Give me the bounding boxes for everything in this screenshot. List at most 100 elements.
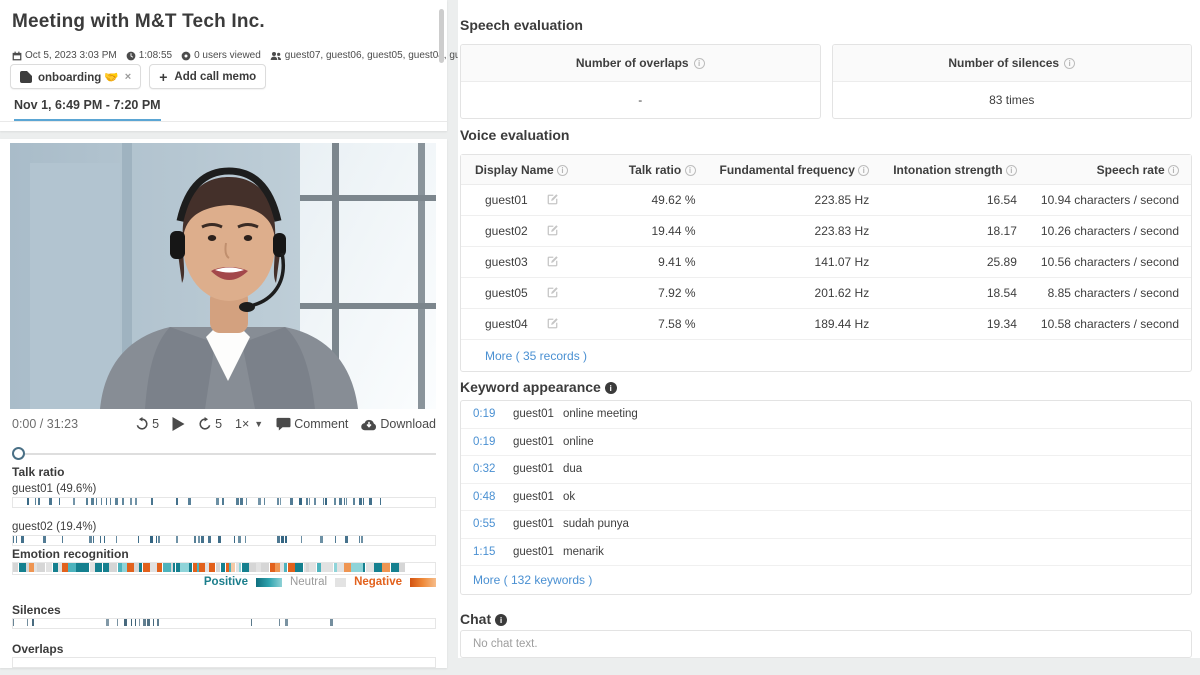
voice-evaluation-title: Voice evaluation	[460, 127, 569, 143]
video-still	[10, 143, 436, 409]
add-call-memo-button[interactable]: + Add call memo	[149, 64, 266, 89]
edit-icon[interactable]	[546, 286, 559, 299]
meeting-header-card: Meeting with M&T Tech Inc. Oct 5, 2023 3…	[0, 0, 447, 131]
info-icon[interactable]: i	[685, 165, 696, 176]
speaker-label: guest01 (49.6%)	[12, 483, 96, 495]
call-tag[interactable]: onboarding 🤝 ×	[10, 64, 141, 89]
edit-icon[interactable]	[546, 224, 559, 237]
legend-positive-swatch	[256, 578, 282, 587]
participants-icon	[270, 51, 282, 61]
chat-title: Chat i	[460, 611, 507, 627]
plus-icon: +	[159, 69, 167, 85]
keyword-timestamp-link[interactable]: 0:55	[473, 518, 513, 530]
video-frame[interactable]	[10, 143, 436, 409]
emotion-strip[interactable]	[12, 562, 436, 575]
keyword-row: 0:55 guest01 sudah punya	[461, 511, 1191, 539]
table-row: guest02 19.44 % 223.83 Hz 18.17 10.26 ch…	[461, 216, 1191, 247]
seek-handle[interactable]	[12, 447, 25, 460]
keyword-timestamp-link[interactable]: 0:48	[473, 491, 513, 503]
keyword-timestamp-link[interactable]: 0:32	[473, 463, 513, 475]
play-button[interactable]	[172, 417, 185, 431]
rewind-5-button[interactable]: 5	[135, 417, 159, 431]
legend-positive-label: Positive	[204, 576, 248, 588]
col-fundamental-frequency: Fundamental frequency	[720, 163, 855, 177]
keyword-appearance-title: Keyword appearance i	[460, 379, 617, 395]
recording-tab[interactable]: Nov 1, 6:49 PM - 7:20 PM	[14, 98, 161, 122]
table-row: guest04 7.58 % 189.44 Hz 19.34 10.58 cha…	[461, 309, 1191, 340]
emotion-legend: Positive Neutral Negative	[12, 576, 436, 588]
legend-negative-label: Negative	[354, 576, 402, 588]
calendar-icon	[12, 51, 22, 61]
chevron-down-icon: ▼	[254, 419, 263, 429]
playback-time: 0:00 / 31:23	[12, 417, 78, 431]
table-row: guest01 49.62 % 223.85 Hz 16.54 10.94 ch…	[461, 185, 1191, 216]
keyword-row: 0:48 guest01 ok	[461, 484, 1191, 512]
keyword-row: 1:15 guest01 menarik	[461, 539, 1191, 567]
add-memo-label: Add call memo	[174, 71, 256, 83]
info-icon[interactable]: i	[694, 58, 705, 69]
meeting-analysis-page: Meeting with M&T Tech Inc. Oct 5, 2023 3…	[0, 0, 1200, 675]
keyword-timestamp-link[interactable]: 0:19	[473, 408, 513, 420]
meeting-date: Oct 5, 2023 3:03 PM	[12, 50, 117, 61]
tag-label: onboarding 🤝	[38, 70, 119, 84]
keyword-timestamp-link[interactable]: 1:15	[473, 546, 513, 558]
silences-strip[interactable]	[12, 618, 436, 629]
tag-row: onboarding 🤝 × + Add call memo	[10, 64, 266, 89]
comment-icon	[276, 417, 291, 431]
overlaps-card-label: Number of overlaps	[576, 56, 689, 70]
keyword-row: 0:19 guest01 online	[461, 429, 1191, 457]
more-records-link[interactable]: More ( 35 records )	[485, 349, 587, 363]
info-icon[interactable]: i	[1168, 165, 1179, 176]
keyword-timestamp-link[interactable]: 0:19	[473, 436, 513, 448]
clock-icon	[126, 51, 136, 61]
seek-track[interactable]	[12, 453, 436, 455]
info-icon[interactable]: i	[495, 614, 507, 626]
info-icon[interactable]: i	[1006, 165, 1017, 176]
silences-card-label: Number of silences	[948, 56, 1059, 70]
player-controls: 0:00 / 31:23 5 5 1×▼ Comment	[12, 417, 436, 431]
chat-empty-box: No chat text.	[460, 630, 1192, 658]
more-keywords-link[interactable]: More ( 132 keywords )	[473, 573, 592, 587]
col-speech-rate: Speech rate	[1097, 163, 1165, 177]
meeting-duration: 1:08:55	[126, 50, 172, 61]
forward-5-button[interactable]: 5	[198, 417, 222, 431]
rewind-icon	[135, 417, 149, 431]
edit-icon[interactable]	[546, 193, 559, 206]
overlaps-title: Overlaps	[12, 642, 63, 656]
tag-icon	[20, 71, 32, 83]
table-row: guest05 7.92 % 201.62 Hz 18.54 8.85 char…	[461, 278, 1191, 309]
tab-divider	[0, 121, 447, 122]
info-icon[interactable]: i	[858, 165, 869, 176]
tag-remove-icon[interactable]: ×	[125, 71, 131, 83]
info-icon[interactable]: i	[1064, 58, 1075, 69]
speed-dropdown[interactable]: 1×▼	[235, 417, 263, 431]
overlaps-strip[interactable]	[12, 657, 436, 668]
overlaps-card-value: -	[461, 82, 820, 118]
keyword-row: 0:19 guest01 online meeting	[461, 401, 1191, 429]
table-more-row: More ( 35 records )	[461, 340, 1191, 371]
meeting-meta-row: Oct 5, 2023 3:03 PM 1:08:55 0 users view…	[12, 50, 442, 61]
player-card: 0:00 / 31:23 5 5 1×▼ Comment	[0, 139, 447, 668]
play-icon	[172, 417, 185, 431]
forward-icon	[198, 417, 212, 431]
left-scrollbar-thumb[interactable]	[439, 9, 444, 63]
overlaps-card: Number of overlaps i -	[460, 44, 821, 119]
talk-ratio-title: Talk ratio	[12, 465, 64, 479]
chat-empty-text: No chat text.	[473, 638, 538, 650]
emotion-title: Emotion recognition	[12, 547, 129, 561]
legend-neutral-label: Neutral	[290, 576, 327, 588]
keyword-row: 0:32 guest01 dua	[461, 456, 1191, 484]
info-icon[interactable]: i	[605, 382, 617, 394]
edit-icon[interactable]	[546, 255, 559, 268]
edit-icon[interactable]	[546, 317, 559, 330]
silences-title: Silences	[12, 603, 61, 617]
speech-evaluation-title: Speech evaluation	[460, 17, 583, 33]
info-icon[interactable]: i	[557, 165, 568, 176]
col-talk-ratio: Talk ratio	[629, 163, 681, 177]
seek-bar[interactable]	[12, 447, 436, 461]
talk-ratio-strip-guest01[interactable]	[12, 497, 436, 508]
col-intonation-strength: Intonation strength	[893, 163, 1002, 177]
comment-button[interactable]: Comment	[276, 417, 348, 431]
talk-ratio-strip-guest02[interactable]	[12, 535, 436, 546]
download-button[interactable]: Download	[361, 417, 436, 431]
